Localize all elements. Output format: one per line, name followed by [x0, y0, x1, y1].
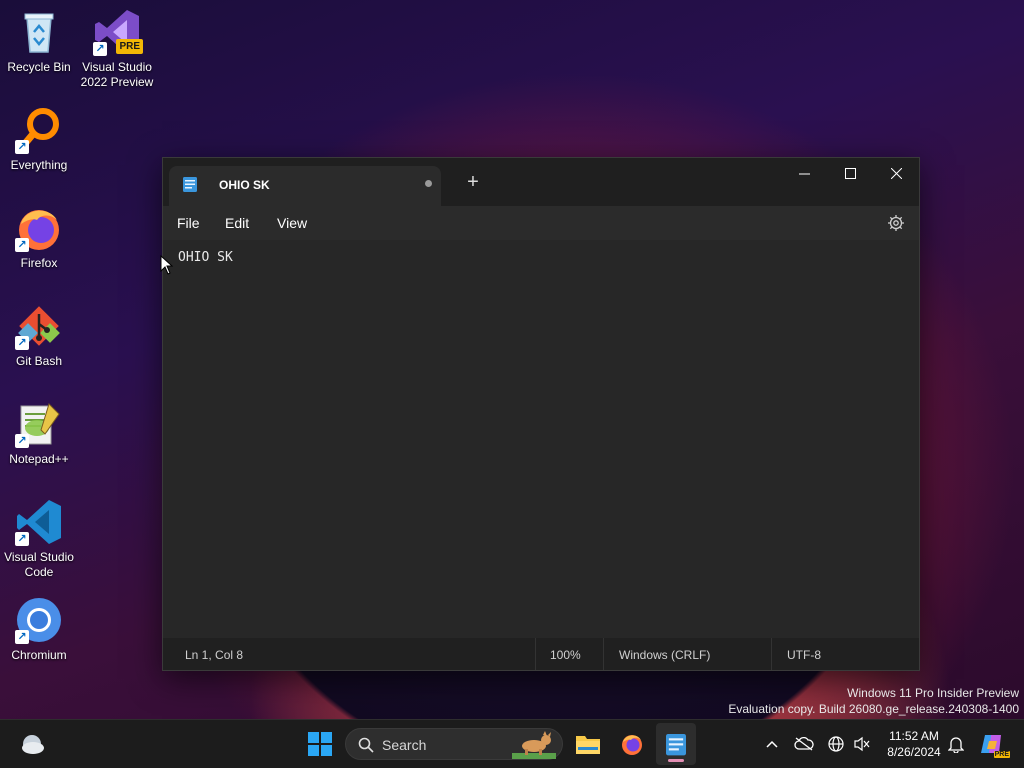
desktop-icon-git-bash[interactable]: ↗ Git Bash	[0, 302, 78, 369]
notepad-plus-plus-icon: ↗	[15, 400, 63, 448]
editor-content: OHIO SK	[178, 250, 233, 265]
status-divider	[535, 638, 536, 670]
desktop-icon-label: Git Bash	[15, 354, 63, 368]
recycle-bin-icon	[15, 8, 63, 56]
status-divider	[771, 638, 772, 670]
unsaved-dot-icon[interactable]	[425, 180, 432, 187]
visual-studio-icon: PRE ↗	[93, 8, 143, 56]
cloud-offline-icon	[794, 737, 814, 751]
desktop-icon-recycle-bin[interactable]: Recycle Bin	[0, 8, 78, 75]
windows-watermark: Windows 11 Pro Insider Preview Evaluatio…	[728, 685, 1019, 717]
desktop-icon-label: Recycle Bin	[7, 60, 71, 74]
search-label: Search	[382, 737, 427, 753]
menu-edit[interactable]: Edit	[225, 215, 249, 231]
chromium-icon: ↗	[15, 596, 63, 644]
close-button[interactable]	[873, 158, 919, 188]
vscode-icon: ↗	[15, 498, 63, 546]
git-bash-icon: ↗	[15, 302, 63, 350]
everything-icon: ↗	[15, 106, 63, 154]
search-icon	[358, 737, 374, 753]
shortcut-arrow-icon: ↗	[15, 238, 29, 252]
shortcut-arrow-icon: ↗	[15, 532, 29, 546]
settings-gear-icon[interactable]	[887, 214, 905, 232]
maximize-button[interactable]	[827, 158, 873, 188]
taskbar: Search 11:52 AM 8/26/2024 PRE	[0, 719, 1024, 768]
menu-bar: File Edit View	[163, 206, 919, 240]
desktop-icon-label: Notepad++	[9, 452, 69, 466]
active-app-indicator	[668, 759, 684, 762]
status-divider	[603, 638, 604, 670]
search-highlight-dog-icon	[512, 731, 556, 759]
desktop-icon-label: Everything	[10, 158, 68, 172]
desktop-icon-chromium[interactable]: ↗ Chromium	[0, 596, 78, 663]
desktop-icon-notepad-plus-plus[interactable]: ↗ Notepad++	[0, 400, 78, 467]
firefox-icon	[622, 735, 642, 755]
shortcut-arrow-icon: ↗	[15, 630, 29, 644]
shortcut-arrow-icon: ↗	[93, 42, 107, 56]
desktop-icon-label: Chromium	[11, 648, 67, 662]
title-bar[interactable]: OHIO SK +	[163, 158, 919, 206]
weather-widget[interactable]	[12, 720, 52, 768]
copilot-preview-badge: PRE	[993, 751, 1010, 758]
zoom-level: 100%	[550, 648, 581, 662]
copilot-button[interactable]: PRE	[972, 720, 1012, 768]
status-bar: Ln 1, Col 8 100% Windows (CRLF) UTF-8	[163, 638, 919, 670]
watermark-edition: Windows 11 Pro Insider Preview	[847, 686, 1019, 700]
desktop-icon-everything[interactable]: ↗ Everything	[0, 106, 78, 173]
firefox-icon: ↗	[15, 204, 63, 252]
line-ending[interactable]: Windows (CRLF)	[619, 648, 710, 662]
close-icon	[890, 167, 902, 179]
start-button[interactable]	[300, 720, 340, 768]
preview-badge: PRE	[116, 39, 143, 54]
menu-view[interactable]: View	[277, 215, 307, 231]
windows-logo-icon	[308, 732, 332, 756]
desktop-icon-label: Visual Studio 2022 Preview	[80, 60, 154, 89]
notepad-icon	[183, 177, 197, 192]
text-editor[interactable]: OHIO SK	[163, 240, 919, 638]
notifications-button[interactable]	[936, 720, 976, 768]
speaker-muted-icon	[854, 736, 870, 752]
taskbar-firefox[interactable]	[612, 720, 652, 768]
notepad-icon	[666, 734, 686, 756]
shortcut-arrow-icon: ↗	[15, 140, 29, 154]
weather-cloud-icon	[22, 735, 44, 754]
desktop-icon-visual-studio[interactable]: PRE ↗ Visual Studio 2022 Preview	[78, 8, 156, 90]
bell-icon	[948, 737, 964, 753]
shortcut-arrow-icon: ↗	[15, 434, 29, 448]
notepad-window[interactable]: OHIO SK + File Edit View OHIO SK Ln 1, C…	[162, 157, 920, 671]
shortcut-arrow-icon: ↗	[15, 336, 29, 350]
tab-title: OHIO SK	[219, 178, 270, 192]
taskbar-notepad[interactable]	[656, 723, 696, 765]
desktop-icon-vscode[interactable]: ↗ Visual Studio Code	[0, 498, 78, 580]
taskbar-search[interactable]: Search	[345, 728, 563, 760]
encoding[interactable]: UTF-8	[787, 648, 821, 662]
desktop-icon-label: Firefox	[20, 256, 58, 270]
mouse-cursor-icon	[160, 255, 174, 275]
chevron-up-icon	[766, 740, 778, 748]
maximize-icon	[844, 167, 856, 179]
new-tab-button[interactable]: +	[461, 172, 485, 192]
minimize-icon	[798, 173, 810, 174]
taskbar-file-explorer[interactable]	[568, 720, 608, 768]
watermark-build: Evaluation copy. Build 26080.ge_release.…	[728, 702, 1019, 716]
file-explorer-icon	[576, 736, 600, 754]
minimize-button[interactable]	[781, 158, 827, 188]
desktop-icon-firefox[interactable]: ↗ Firefox	[0, 204, 78, 271]
tab-ohio-sk[interactable]: OHIO SK	[169, 166, 441, 206]
cursor-position: Ln 1, Col 8	[185, 648, 244, 662]
desktop-icon-label: Visual Studio Code	[4, 550, 74, 579]
menu-file[interactable]: File	[177, 215, 200, 231]
